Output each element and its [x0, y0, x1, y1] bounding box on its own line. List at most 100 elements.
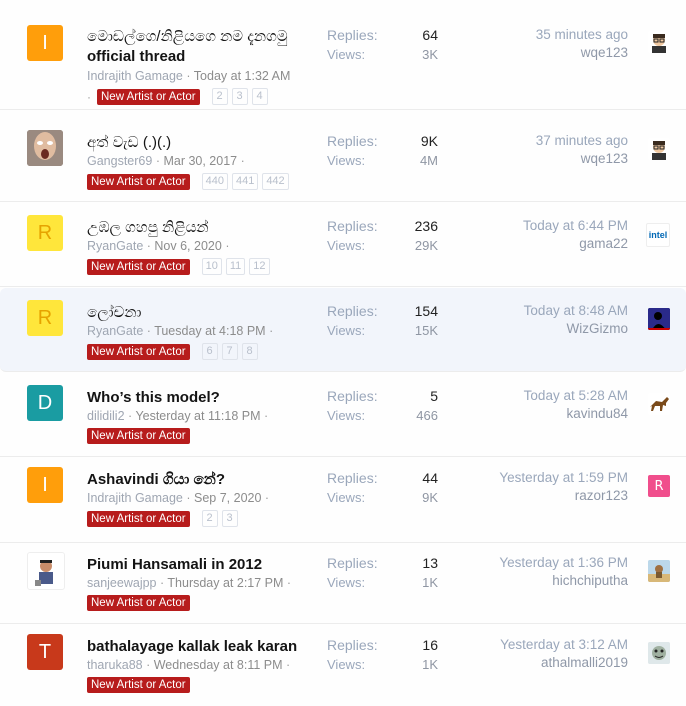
- avatar[interactable]: [27, 130, 63, 166]
- last-post-time[interactable]: 35 minutes ago: [536, 27, 628, 42]
- page-link[interactable]: 442: [262, 173, 289, 190]
- page-link[interactable]: 4: [251, 88, 268, 105]
- avatar[interactable]: R: [27, 300, 63, 336]
- letter-r-icon[interactable]: R: [648, 475, 670, 497]
- thread-meta: dilidili2 · Yesterday at 11:18 PM ·: [87, 409, 268, 423]
- page-link[interactable]: 12: [249, 258, 270, 275]
- thread-meta: tharuka88 · Wednesday at 8:11 PM ·: [87, 658, 290, 672]
- avatar[interactable]: D: [27, 385, 63, 421]
- last-post-time[interactable]: 37 minutes ago: [536, 133, 628, 148]
- last-post-user[interactable]: athalmalli2019: [541, 655, 628, 670]
- page-jump: 10 11 12: [201, 258, 270, 275]
- page-link[interactable]: 11: [225, 258, 246, 275]
- thread-date[interactable]: Mar 30, 2017: [163, 154, 237, 168]
- separator: ·: [286, 576, 292, 590]
- thread-date[interactable]: Tuesday at 4:18 PM: [154, 324, 265, 338]
- horse-icon[interactable]: [648, 393, 670, 415]
- thread-row[interactable]: I Ashavindi ගියා නේ? Indrajith Gamage · …: [0, 455, 686, 543]
- thread-author[interactable]: Indrajith Gamage: [87, 491, 183, 505]
- last-post-user[interactable]: gama22: [579, 236, 628, 251]
- thread-title[interactable]: Piumi Hansamali in 2012: [87, 556, 262, 573]
- last-post-user[interactable]: kavindu84: [566, 406, 628, 421]
- avatar[interactable]: R: [27, 215, 63, 251]
- thread-date[interactable]: Nov 6, 2020: [154, 239, 221, 253]
- thread-author[interactable]: RyanGate: [87, 239, 143, 253]
- thread-tagline: New Artist or Actor: [87, 677, 190, 693]
- thread-date[interactable]: Today at 1:32 AM: [194, 69, 291, 83]
- prefix-tag[interactable]: New Artist or Actor: [97, 88, 200, 105]
- avatar[interactable]: I: [27, 467, 63, 503]
- silhouette-icon[interactable]: [648, 308, 670, 330]
- last-post-user[interactable]: wqe123: [581, 45, 628, 60]
- thread-row[interactable]: D Who’s this model? dilidili2 · Yesterda…: [0, 373, 686, 457]
- thread-title-line1[interactable]: මොඩල්ගෙ/නිළියගෙ නම දැනගමු: [87, 28, 288, 45]
- avatar[interactable]: [27, 552, 65, 590]
- thread-title[interactable]: ලෝචනා: [87, 304, 142, 321]
- avatar[interactable]: T: [27, 634, 63, 670]
- page-link[interactable]: 2: [211, 88, 228, 105]
- thread-row[interactable]: අත් වැඩ (.)(.) Gangster69 · Mar 30, 2017…: [0, 118, 686, 202]
- page-link[interactable]: 7: [221, 343, 238, 360]
- thread-title[interactable]: මොඩල්ගෙ/නිළියගෙ නම දැනගමු official threa…: [87, 27, 288, 67]
- page-link[interactable]: 3: [231, 88, 248, 105]
- last-post-user[interactable]: hichchiputha: [552, 573, 628, 588]
- last-post-user[interactable]: razor123: [575, 488, 628, 503]
- thread-title[interactable]: උඹල ගහපු නිළියන්: [87, 219, 209, 236]
- thread-title-line2[interactable]: official thread: [87, 48, 185, 65]
- prefix-tag[interactable]: New Artist or Actor: [87, 343, 190, 360]
- thread-date[interactable]: Wednesday at 8:11 PM: [154, 658, 283, 672]
- page-link[interactable]: 6: [201, 343, 218, 360]
- thread-author[interactable]: RyanGate: [87, 324, 143, 338]
- page-link[interactable]: 440: [201, 173, 228, 190]
- thread-date[interactable]: Thursday at 2:17 PM: [167, 576, 283, 590]
- prefix-tag[interactable]: New Artist or Actor: [87, 510, 190, 527]
- prefix-tag[interactable]: New Artist or Actor: [87, 428, 190, 444]
- thread-row[interactable]: R උඹල ගහපු නිළියන් RyanGate · Nov 6, 202…: [0, 203, 686, 287]
- last-post-time[interactable]: Yesterday at 1:36 PM: [499, 555, 628, 570]
- thread-title[interactable]: Ashavindi ගියා නේ?: [87, 471, 225, 488]
- thread-title[interactable]: අත් වැඩ (.)(.): [87, 134, 171, 151]
- last-post-time[interactable]: Today at 5:28 AM: [524, 388, 628, 403]
- prefix-tag[interactable]: New Artist or Actor: [87, 677, 190, 693]
- intel-logo-icon[interactable]: intel: [646, 223, 670, 247]
- thread-author[interactable]: Gangster69: [87, 154, 152, 168]
- page-link[interactable]: 441: [231, 173, 259, 190]
- last-post-time[interactable]: Yesterday at 1:59 PM: [499, 470, 628, 485]
- page-link[interactable]: 2: [201, 510, 218, 527]
- prefix-tag[interactable]: New Artist or Actor: [87, 258, 190, 275]
- person-glasses-icon[interactable]: [648, 31, 670, 53]
- thread-title[interactable]: bathalayage kallak leak karan: [87, 638, 297, 655]
- thread-row[interactable]: Piumi Hansamali in 2012 sanjeewajpp · Th…: [0, 540, 686, 624]
- avatar[interactable]: I: [27, 25, 63, 61]
- thread-author[interactable]: tharuka88: [87, 658, 143, 672]
- thread-date[interactable]: Sep 7, 2020: [194, 491, 261, 505]
- page-jump: 2 3 4: [211, 88, 268, 105]
- replies-count: 236: [414, 218, 438, 234]
- thread-date[interactable]: Yesterday at 11:18 PM: [135, 409, 260, 423]
- prefix-tag[interactable]: New Artist or Actor: [87, 595, 190, 611]
- person-glasses-icon[interactable]: [648, 138, 670, 160]
- thread-title[interactable]: Who’s this model?: [87, 389, 220, 406]
- thread-row[interactable]: I මොඩල්ගෙ/නිළියගෙ නම දැනගමු official thr…: [0, 14, 686, 110]
- prefix-tag[interactable]: New Artist or Actor: [87, 173, 190, 190]
- last-post-time[interactable]: Yesterday at 3:12 AM: [500, 637, 628, 652]
- cartoon-icon[interactable]: [648, 560, 670, 582]
- page-link[interactable]: 3: [221, 510, 238, 527]
- thread-author[interactable]: dilidili2: [87, 409, 125, 423]
- face-icon[interactable]: [648, 642, 670, 664]
- letter-r-text: R: [654, 478, 664, 494]
- page-link[interactable]: 8: [241, 343, 258, 360]
- last-post-time[interactable]: Today at 8:48 AM: [524, 303, 628, 318]
- thread-author[interactable]: Indrajith Gamage: [87, 69, 183, 83]
- views-label: Views:: [327, 153, 366, 168]
- views-label: Views:: [327, 408, 366, 423]
- last-post-user[interactable]: wqe123: [581, 151, 628, 166]
- last-post-user[interactable]: WizGizmo: [567, 321, 629, 336]
- last-post-time[interactable]: Today at 6:44 PM: [523, 218, 628, 233]
- page-link[interactable]: 10: [201, 258, 222, 275]
- thread-author[interactable]: sanjeewajpp: [87, 576, 157, 590]
- thread-row[interactable]: R ලෝචනා RyanGate · Tuesday at 4:18 PM · …: [0, 288, 686, 372]
- views-count: 466: [416, 408, 438, 423]
- separator: ·: [264, 409, 269, 423]
- thread-row[interactable]: T bathalayage kallak leak karan tharuka8…: [0, 622, 686, 706]
